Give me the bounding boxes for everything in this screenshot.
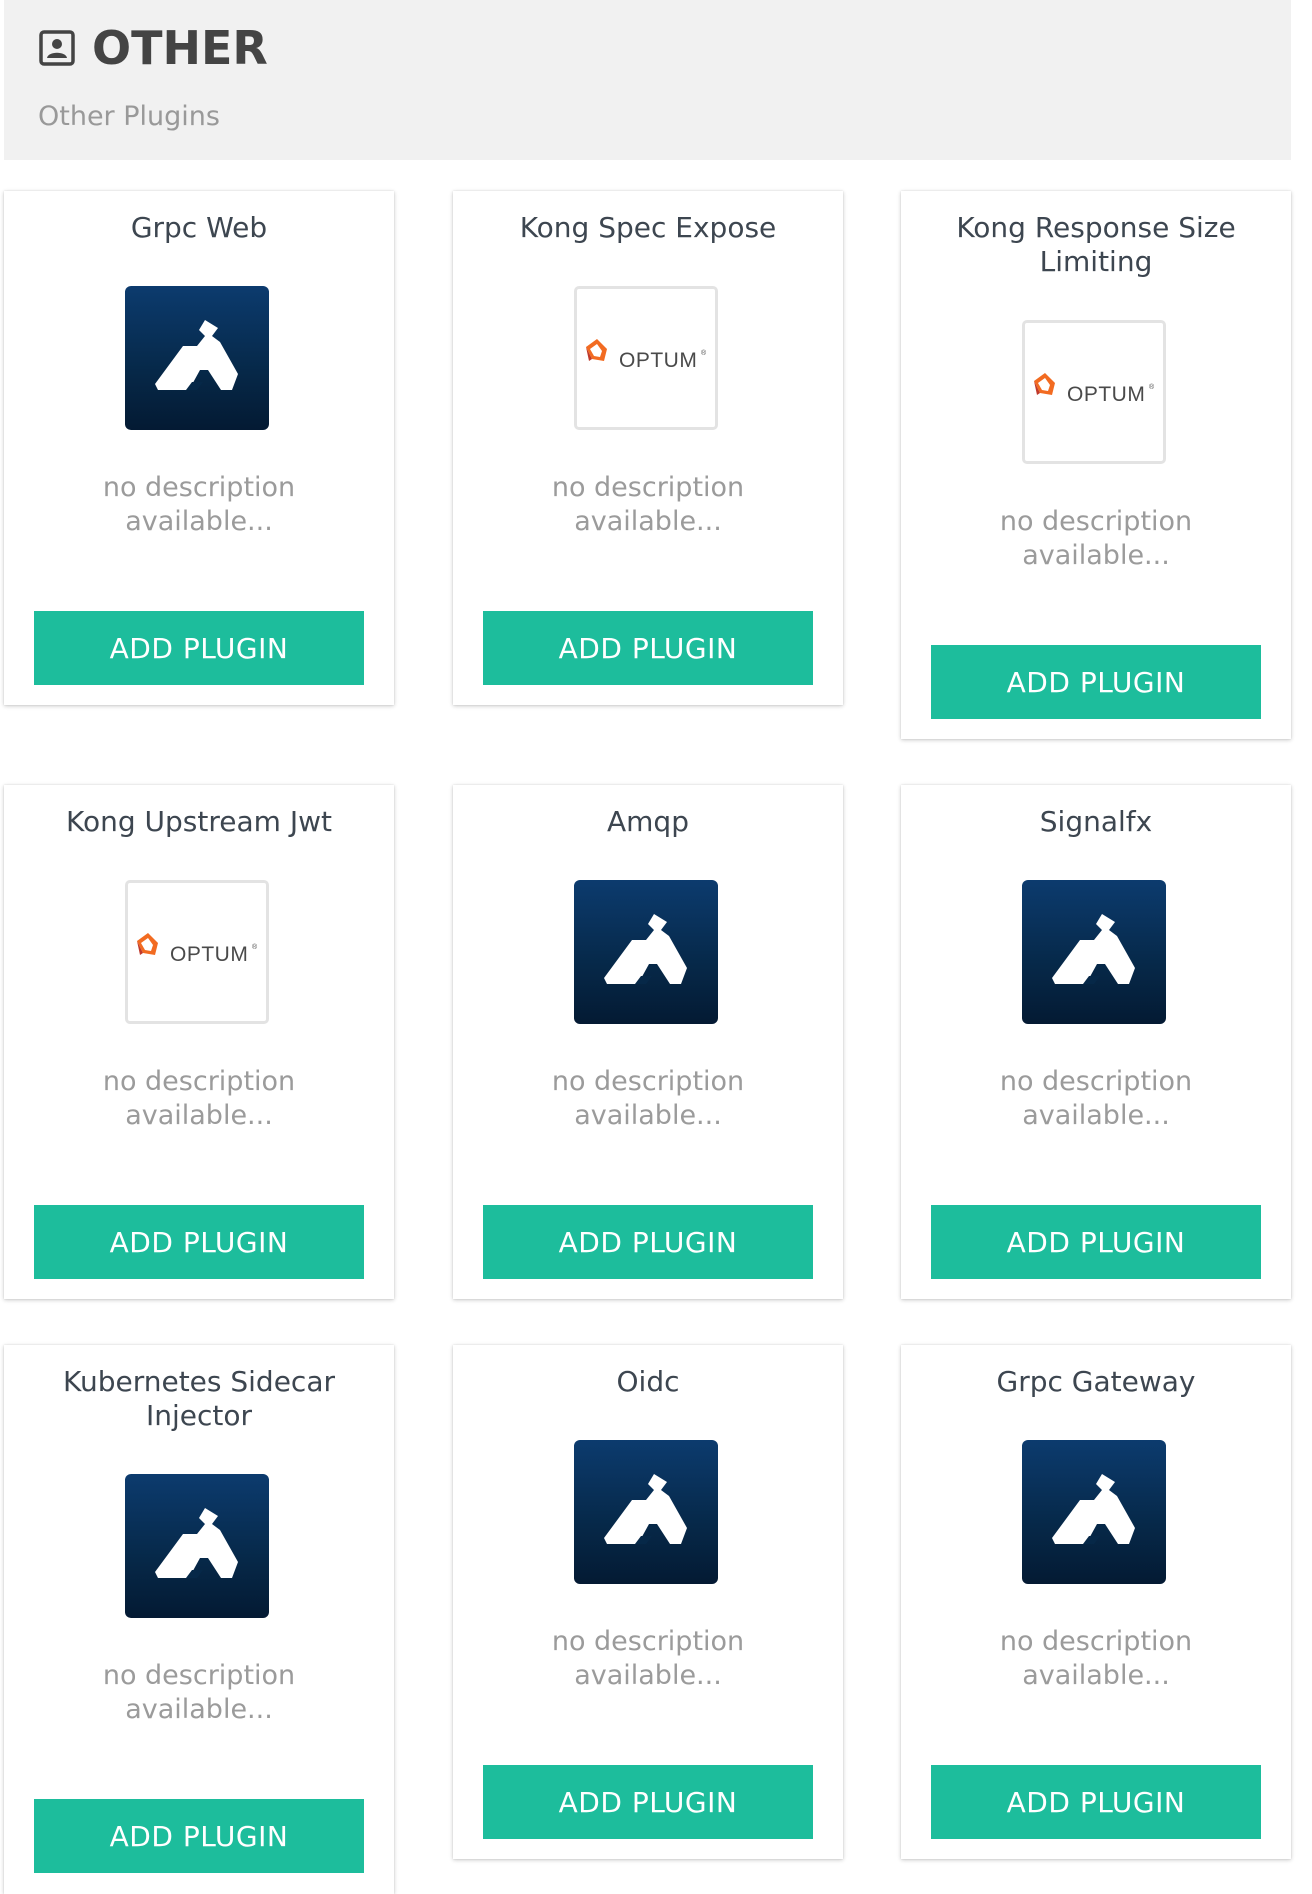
plugin-card: Oidc no description available... ADD PLU…: [453, 1345, 843, 1859]
section-title-text: OTHER: [92, 21, 268, 75]
plugin-description: no description available...: [102, 1066, 296, 1131]
optum-logo: OPTUM ®: [574, 286, 718, 430]
plugin-description: no description available...: [551, 1066, 745, 1131]
plugin-title: Amqp: [607, 805, 689, 838]
plugin-card: Grpc Gateway no description available...…: [901, 1345, 1291, 1859]
plugin-title: Kong Response Size Limiting: [956, 211, 1236, 278]
plugin-title: Signalfx: [1039, 805, 1153, 838]
contact-card-icon: [38, 29, 76, 67]
kong-gorilla-logo: [574, 1440, 718, 1584]
add-plugin-button[interactable]: ADD PLUGIN: [931, 1765, 1261, 1839]
plugin-description: no description available...: [102, 1660, 296, 1725]
plugin-card: Kong Response Size Limiting OPTUM ® no de…: [901, 191, 1291, 739]
optum-wordmark: OPTUM: [1067, 383, 1145, 406]
plugin-title: Kong Spec Expose: [519, 211, 777, 244]
kong-gorilla-logo: [125, 1474, 269, 1618]
plugin-description: no description available...: [102, 472, 296, 537]
svg-text:®: ®: [1149, 383, 1155, 391]
add-plugin-button[interactable]: ADD PLUGIN: [931, 1205, 1261, 1279]
plugin-description: no description available...: [551, 472, 745, 537]
kong-gorilla-logo: [125, 286, 269, 430]
add-plugin-button[interactable]: ADD PLUGIN: [34, 1205, 364, 1279]
svg-text:®: ®: [701, 349, 707, 357]
kong-gorilla-logo: [1022, 880, 1166, 1024]
section-header: OTHER Other Plugins: [4, 0, 1291, 160]
add-plugin-button[interactable]: ADD PLUGIN: [931, 645, 1261, 719]
add-plugin-button[interactable]: ADD PLUGIN: [483, 1765, 813, 1839]
plugin-title: Oidc: [616, 1365, 680, 1398]
plugin-description: no description available...: [551, 1626, 745, 1691]
plugin-card: Kubernetes Sidecar Injector no descripti…: [4, 1345, 394, 1894]
plugin-title: Grpc Gateway: [996, 1365, 1196, 1398]
add-plugin-button[interactable]: ADD PLUGIN: [34, 1799, 364, 1873]
plugin-card: Kong Upstream Jwt OPTUM ® no description …: [4, 785, 394, 1299]
plugin-card: Signalfx no description available... ADD…: [901, 785, 1291, 1299]
plugin-title: Kubernetes Sidecar Injector: [62, 1365, 335, 1432]
plugin-description: no description available...: [999, 1066, 1193, 1131]
add-plugin-button[interactable]: ADD PLUGIN: [483, 611, 813, 685]
section-subtitle: Other Plugins: [38, 101, 220, 132]
kong-gorilla-logo: [574, 880, 718, 1024]
plugins-page: OTHER Other Plugins Grpc Web no descript…: [0, 0, 1312, 1894]
kong-gorilla-logo: [1022, 1440, 1166, 1584]
plugin-title: Kong Upstream Jwt: [66, 805, 332, 838]
plugin-card: Kong Spec Expose OPTUM ® no description a…: [453, 191, 843, 705]
optum-wordmark: OPTUM: [170, 943, 248, 966]
plugin-card: Grpc Web no description available... ADD…: [4, 191, 394, 705]
section-title: OTHER: [38, 18, 268, 78]
plugin-title: Grpc Web: [130, 211, 268, 244]
add-plugin-button[interactable]: ADD PLUGIN: [483, 1205, 813, 1279]
plugin-description: no description available...: [999, 506, 1193, 571]
optum-logo: OPTUM ®: [125, 880, 269, 1024]
add-plugin-button[interactable]: ADD PLUGIN: [34, 611, 364, 685]
svg-text:®: ®: [252, 943, 258, 951]
plugin-description: no description available...: [999, 1626, 1193, 1691]
optum-logo: OPTUM ®: [1022, 320, 1166, 464]
optum-wordmark: OPTUM: [619, 349, 697, 372]
plugin-card: Amqp no description available... ADD PLU…: [453, 785, 843, 1299]
